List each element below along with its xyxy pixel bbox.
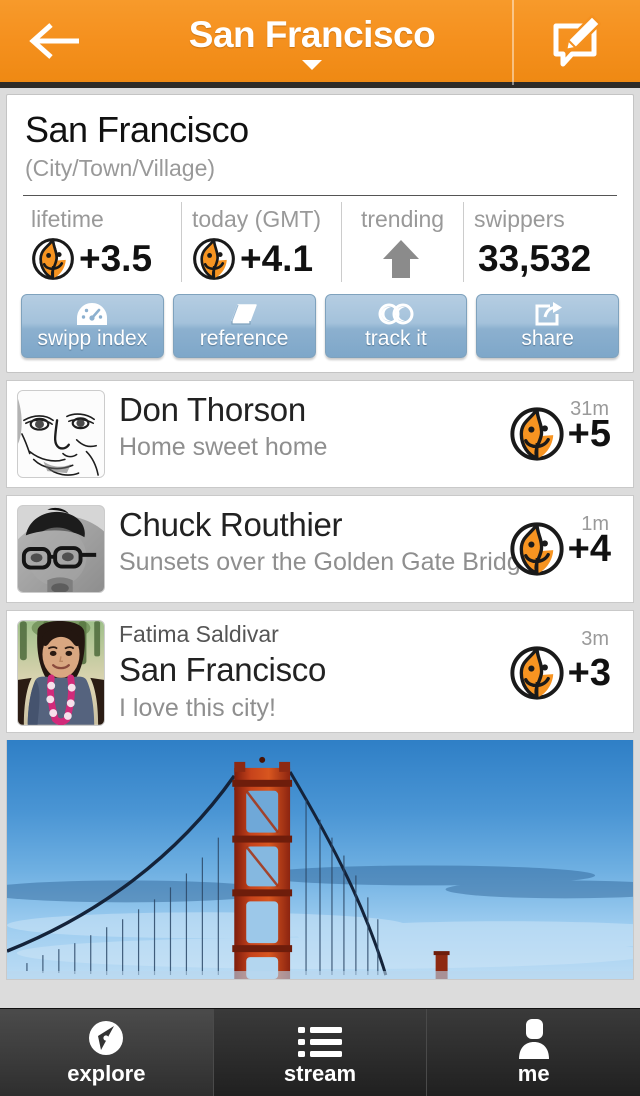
list-item[interactable]: 31m Don Thorson Home sweet home +5: [6, 380, 634, 488]
arrow-left-icon: [29, 23, 79, 59]
compass-icon: [85, 1019, 127, 1059]
reference-button[interactable]: reference: [172, 294, 316, 358]
tab-label: explore: [67, 1060, 146, 1086]
bottom-tab-bar: explore stream me: [0, 1008, 640, 1096]
compose-button[interactable]: [512, 0, 640, 85]
post-photo[interactable]: [6, 740, 634, 980]
swipp-logo-icon: [510, 522, 564, 576]
avatar: [17, 390, 105, 478]
action-label: track it: [364, 327, 427, 350]
list-item[interactable]: 1m Chuck Routhier Sunsets over the Golde…: [6, 495, 634, 603]
summary-card: San Francisco (City/Town/Village) lifeti…: [6, 94, 634, 373]
arrow-up-icon: [382, 240, 419, 278]
score-value: +4: [567, 528, 611, 570]
action-button-row: swipp index reference track it share: [7, 290, 633, 372]
action-label: swipp index: [37, 327, 148, 350]
page-title: San Francisco: [188, 13, 436, 55]
summary-header: San Francisco (City/Town/Village): [7, 95, 633, 189]
tab-explore[interactable]: explore: [0, 1009, 213, 1096]
avatar: [17, 505, 105, 593]
list-item-body: 31m Don Thorson Home sweet home +5: [105, 390, 623, 478]
tab-label: me: [517, 1060, 550, 1086]
track-it-button[interactable]: track it: [324, 294, 468, 358]
share-icon: [533, 301, 563, 327]
list-item-body: 1m Chuck Routhier Sunsets over the Golde…: [105, 505, 623, 593]
stat-value-wrap: 33,532: [474, 236, 609, 282]
tab-label: stream: [283, 1060, 357, 1086]
swipp-index-button[interactable]: swipp index: [21, 294, 164, 358]
person-icon: [514, 1018, 554, 1059]
stat-label: trending: [360, 206, 445, 232]
avatar: [17, 620, 105, 726]
score-value: +3: [567, 652, 611, 694]
sketch-portrait-avatar: [18, 391, 104, 477]
status-badge: +3: [509, 645, 611, 701]
stat-value-wrap: +3.5: [31, 236, 171, 282]
swipp-logo-icon: [510, 407, 564, 461]
swipp-logo-icon: [193, 238, 235, 280]
stat-label: swippers: [474, 206, 565, 232]
stat-trending: trending: [341, 202, 463, 282]
woman-portrait-avatar: [18, 621, 104, 725]
score-value: +5: [567, 413, 611, 455]
swipp-logo-icon: [510, 646, 564, 700]
list-icon: [298, 1019, 342, 1059]
app-header: San Francisco: [0, 0, 640, 88]
feed-list: 31m Don Thorson Home sweet home +5 1m Ch…: [0, 380, 640, 980]
book-icon: [229, 301, 259, 327]
action-label: share: [521, 327, 574, 350]
stat-lifetime: lifetime +3.5: [21, 202, 181, 282]
summary-title: San Francisco: [25, 109, 249, 150]
gauge-icon: [77, 301, 108, 327]
glasses-portrait-avatar: [18, 506, 104, 592]
tab-me[interactable]: me: [426, 1009, 640, 1096]
summary-subtitle: (City/Town/Village): [25, 155, 216, 181]
stats-row: lifetime +3.5 today (GMT) +4.1 trending …: [7, 196, 633, 290]
compose-speech-bubble-icon: [553, 14, 602, 67]
action-label: reference: [199, 327, 289, 350]
share-button[interactable]: share: [476, 294, 619, 358]
swipp-logo-icon: [32, 238, 74, 280]
app-root: San Francisco San Francisco (City/Town/V…: [0, 0, 640, 1096]
stat-swippers: swippers 33,532: [463, 202, 619, 282]
stat-value-wrap: [352, 236, 453, 282]
stat-today: today (GMT) +4.1: [181, 202, 341, 282]
header-title-dropdown[interactable]: San Francisco: [112, 0, 512, 85]
binoculars-icon: [378, 301, 414, 327]
chevron-down-icon: [302, 59, 322, 70]
tab-stream[interactable]: stream: [212, 1009, 427, 1096]
status-badge: +4: [509, 521, 611, 577]
back-button[interactable]: [0, 0, 112, 85]
golden-gate-bridge-photo: [7, 740, 633, 979]
stat-value: +3.5: [79, 238, 153, 279]
stat-value: +4.1: [240, 238, 314, 279]
stat-label: lifetime: [31, 206, 104, 232]
stat-value-wrap: +4.1: [192, 236, 331, 282]
stat-label: today (GMT): [192, 206, 322, 232]
stat-value: 33,532: [478, 238, 592, 279]
list-item[interactable]: 3m Fatima Saldivar San Francisco I love …: [6, 610, 634, 733]
list-item-body: 3m Fatima Saldivar San Francisco I love …: [105, 620, 623, 726]
status-badge: +5: [509, 406, 611, 462]
